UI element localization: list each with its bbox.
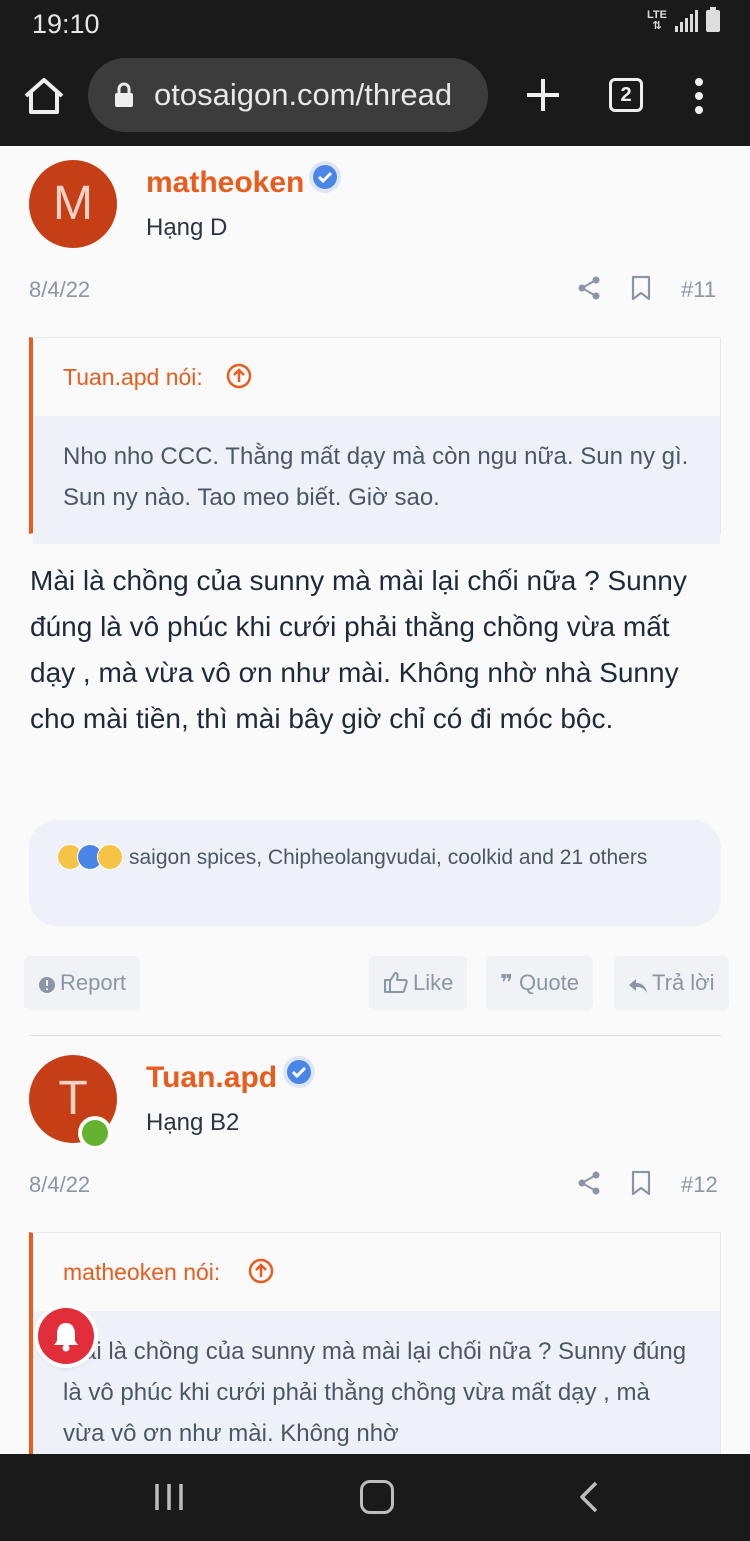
share-icon[interactable] <box>576 1170 602 1196</box>
post-content: Mài là chồng của sunny mà mài lại chối n… <box>30 565 687 734</box>
quote-header: matheoken nói: <box>33 1233 720 1311</box>
verified-icon <box>309 161 341 193</box>
tab-switcher-button[interactable]: 2 <box>609 78 643 112</box>
quote-author[interactable]: Tuan.apd nói: <box>63 364 203 391</box>
verified-icon <box>283 1056 315 1088</box>
quote-button[interactable]: ❞ Quote <box>486 956 593 1010</box>
status-time: 19:10 <box>32 9 100 39</box>
arrow-up-circle-icon[interactable] <box>225 362 253 390</box>
username[interactable]: Tuan.apd <box>146 1061 277 1095</box>
notification-bell-button[interactable] <box>38 1308 94 1364</box>
report-button[interactable]: Report <box>24 956 141 1010</box>
bell-icon <box>54 1323 78 1352</box>
quote-icon: ❞ <box>500 970 513 995</box>
bookmark-icon[interactable] <box>628 1170 654 1196</box>
lte-icon: LTE ⇅ <box>647 9 667 32</box>
thumbs-up-icon <box>384 972 408 993</box>
share-icon[interactable] <box>576 275 602 301</box>
address-bar[interactable]: otosaigon.com/thread <box>88 58 488 132</box>
quote-block: Tuan.apd nói: Nho nho CCC. Thằng mất dạy… <box>29 337 721 544</box>
bookmark-icon[interactable] <box>628 275 654 301</box>
wow-reaction-icon <box>97 844 123 870</box>
user-rank: Hạng B2 <box>146 1109 240 1136</box>
signal-icon <box>675 10 698 32</box>
reactions-bar[interactable]: saigon spices, Chipheolangvudai, coolkid… <box>29 820 721 926</box>
like-button[interactable]: Like <box>369 956 468 1010</box>
status-icons: LTE ⇅ <box>647 7 720 32</box>
new-tab-icon[interactable] <box>524 76 562 114</box>
avatar[interactable]: M <box>29 160 117 248</box>
online-status-icon <box>78 1116 112 1150</box>
post-date[interactable]: 8/4/22 <box>29 1172 90 1198</box>
quote-text: Nho nho CCC. Thằng mất dạy mà còn ngu nữ… <box>33 416 720 544</box>
home-button[interactable] <box>360 1480 394 1514</box>
home-icon[interactable] <box>22 76 66 116</box>
reply-icon <box>629 979 647 993</box>
battery-icon <box>706 7 720 32</box>
recent-apps-icon[interactable] <box>154 1482 184 1512</box>
url-fade <box>448 58 488 132</box>
back-icon[interactable] <box>574 1480 604 1514</box>
username[interactable]: matheoken <box>146 166 304 200</box>
url-text: otosaigon.com/thread <box>154 77 453 112</box>
status-bar: 19:10 LTE ⇅ <box>0 0 750 48</box>
lock-icon <box>115 82 133 107</box>
post-divider <box>29 1035 721 1036</box>
post-date[interactable]: 8/4/22 <box>29 277 90 303</box>
thread-page: M matheoken Hạng D 8/4/22 #11 Tuan.apd n… <box>0 146 750 1454</box>
more-menu-icon[interactable] <box>690 78 708 114</box>
system-navigation-bar <box>0 1454 750 1541</box>
browser-toolbar: otosaigon.com/thread 2 <box>0 48 750 146</box>
quote-text: Mài là chồng của sunny mà mài lại chối n… <box>33 1311 720 1454</box>
post-number[interactable]: #12 <box>681 1172 718 1198</box>
post-number[interactable]: #11 <box>681 277 716 303</box>
reactions-text: saigon spices, Chipheolangvudai, coolkid… <box>129 846 648 869</box>
arrow-up-circle-icon[interactable] <box>247 1257 275 1285</box>
quote-author[interactable]: matheoken nói: <box>63 1259 220 1286</box>
alert-icon <box>39 977 55 993</box>
user-rank: Hạng D <box>146 214 228 241</box>
reply-button[interactable]: Trả lời <box>614 956 729 1010</box>
quote-header: Tuan.apd nói: <box>33 338 720 416</box>
quote-block: matheoken nói: Mài là chồng của sunny mà… <box>29 1232 721 1454</box>
